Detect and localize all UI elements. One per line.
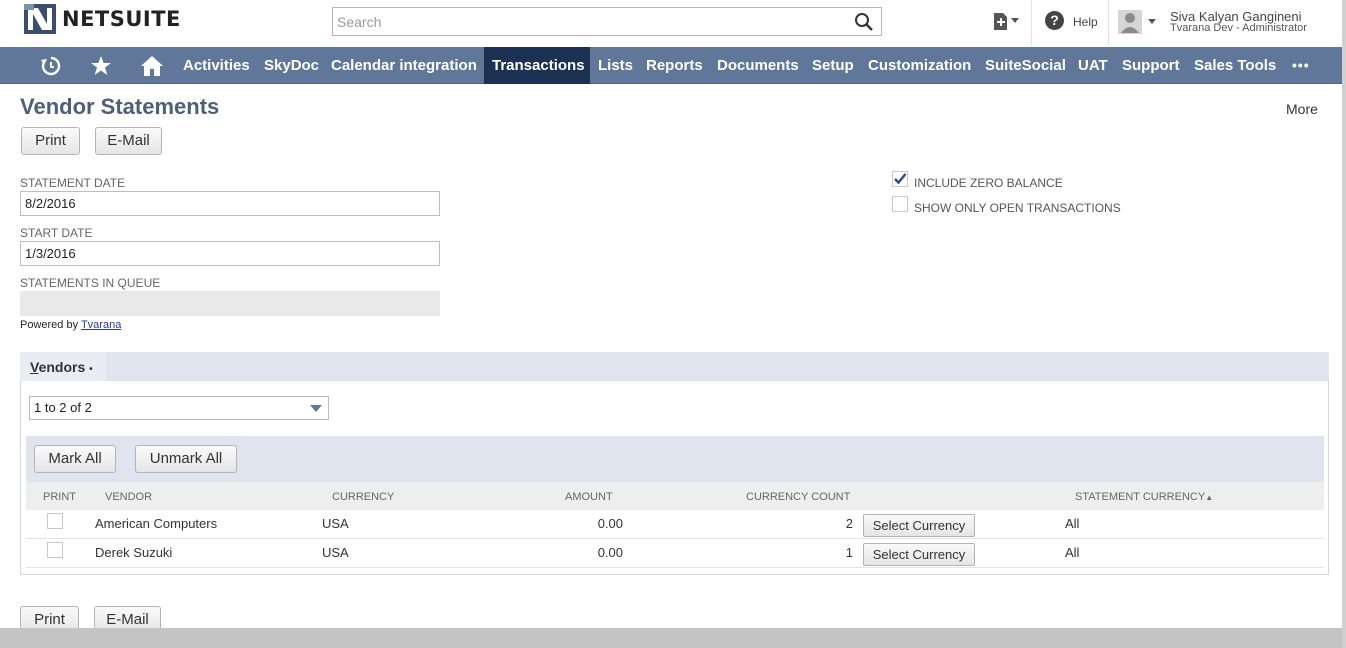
email-button[interactable]: E-Mail bbox=[95, 127, 162, 155]
star-icon[interactable] bbox=[90, 55, 112, 82]
select-currency-button[interactable]: Select Currency bbox=[863, 543, 975, 566]
start-date-label: START DATE bbox=[20, 226, 93, 240]
vendor-statement-currency: All bbox=[1065, 545, 1080, 560]
statement-date-field[interactable]: 8/2/2016 bbox=[20, 191, 440, 216]
nav-setup[interactable]: Setup bbox=[812, 47, 854, 84]
global-search bbox=[332, 7, 882, 36]
sort-ascending-icon: ▲ bbox=[1205, 493, 1214, 502]
nav-reports[interactable]: Reports bbox=[646, 47, 703, 84]
select-currency-button[interactable]: Select Currency bbox=[863, 514, 975, 537]
logo-text: NETSUITE bbox=[62, 7, 181, 31]
powered-by-prefix: Powered by bbox=[20, 319, 79, 331]
powered-by: Powered by Tvarana bbox=[20, 319, 121, 331]
nav-sales-tools[interactable]: Sales Tools bbox=[1194, 47, 1276, 84]
vendor-currency: USA bbox=[322, 545, 349, 560]
vendor-currency-count: 2 bbox=[845, 516, 853, 531]
checkmark-icon bbox=[894, 173, 907, 185]
start-date-field[interactable]: 1/3/2016 bbox=[20, 241, 440, 266]
vendor-currency: USA bbox=[322, 516, 349, 531]
unmark-all-button[interactable]: Unmark All bbox=[135, 445, 237, 473]
table-row bbox=[26, 539, 1324, 568]
include-zero-balance-checkbox[interactable] bbox=[892, 171, 908, 187]
create-new-icon[interactable] bbox=[991, 11, 1023, 38]
column-header-statement-currency[interactable]: STATEMENT CURRENCY▲ bbox=[1075, 491, 1213, 503]
show-only-open-label: SHOW ONLY OPEN TRANSACTIONS bbox=[914, 201, 1121, 215]
help-link[interactable]: Help bbox=[1073, 15, 1098, 29]
column-header-amount[interactable]: AMOUNT bbox=[565, 491, 613, 503]
page-title: Vendor Statements bbox=[20, 94, 220, 119]
show-only-open-checkbox[interactable] bbox=[892, 196, 908, 212]
tab-vendors-accesskey: V bbox=[30, 359, 39, 375]
subtab-strip bbox=[20, 352, 1329, 381]
nav-calendar-integration[interactable]: Calendar integration bbox=[331, 47, 477, 84]
vendor-amount: 0.00 bbox=[597, 516, 623, 531]
nav-uat[interactable]: UAT bbox=[1078, 47, 1108, 84]
help-icon[interactable]: ? bbox=[1045, 11, 1064, 30]
vendor-amount: 0.00 bbox=[597, 545, 623, 560]
column-header-vendor[interactable]: VENDOR bbox=[105, 491, 152, 503]
include-zero-balance-label: INCLUDE ZERO BALANCE bbox=[914, 176, 1063, 190]
search-input[interactable] bbox=[333, 8, 843, 35]
mark-all-button[interactable]: Mark All bbox=[34, 445, 116, 473]
print-button[interactable]: Print bbox=[21, 127, 80, 155]
page-scrollbar[interactable] bbox=[1342, 0, 1346, 648]
table-row bbox=[26, 510, 1324, 539]
nav-more-menu[interactable]: ••• bbox=[1292, 47, 1310, 84]
row-print-checkbox[interactable] bbox=[47, 542, 63, 558]
tab-vendors[interactable]: Vendors • bbox=[20, 352, 106, 381]
avatar[interactable] bbox=[1118, 9, 1160, 40]
nav-transactions[interactable]: Transactions bbox=[484, 47, 590, 84]
header-divider bbox=[1108, 0, 1109, 45]
nav-lists[interactable]: Lists bbox=[598, 47, 633, 84]
nav-customization[interactable]: Customization bbox=[868, 47, 971, 84]
netsuite-logo-icon bbox=[24, 4, 56, 34]
home-icon[interactable] bbox=[140, 55, 164, 82]
nav-skydoc[interactable]: SkyDoc bbox=[264, 47, 319, 84]
statements-in-queue-label: STATEMENTS IN QUEUE bbox=[20, 276, 161, 290]
user-role[interactable]: Tvarana Dev - Administrator bbox=[1170, 22, 1307, 34]
nav-documents[interactable]: Documents bbox=[717, 47, 799, 84]
statement-date-label: STATEMENT DATE bbox=[20, 176, 126, 190]
column-header-currency-count[interactable]: CURRENCY COUNT bbox=[746, 491, 850, 503]
vendor-name[interactable]: American Computers bbox=[95, 516, 217, 531]
nav-activities[interactable]: Activities bbox=[183, 47, 250, 84]
top-header: NETSUITE ? Help Siva Kalyan Gangineni Tv… bbox=[0, 0, 1346, 47]
nav-suitesocial[interactable]: SuiteSocial bbox=[985, 47, 1066, 84]
recent-icon[interactable] bbox=[40, 55, 62, 82]
main-nav: Activities SkyDoc Calendar integration T… bbox=[0, 47, 1346, 84]
column-header-print[interactable]: PRINT bbox=[43, 491, 76, 503]
more-menu[interactable]: More bbox=[1286, 101, 1318, 117]
tab-vendors-label: endors bbox=[38, 359, 86, 375]
footer-bar bbox=[0, 628, 1346, 648]
column-header-currency[interactable]: CURRENCY bbox=[332, 491, 394, 503]
netsuite-logo[interactable]: NETSUITE bbox=[24, 4, 181, 34]
search-icon[interactable] bbox=[854, 12, 874, 32]
statements-in-queue-field bbox=[20, 291, 440, 316]
row-print-checkbox[interactable] bbox=[47, 513, 63, 529]
tab-vendors-dot: • bbox=[89, 364, 93, 375]
vendor-name[interactable]: Derek Suzuki bbox=[95, 545, 172, 560]
header-divider bbox=[1031, 0, 1032, 45]
statement-currency-header-label: STATEMENT CURRENCY bbox=[1075, 491, 1206, 503]
tvarana-link[interactable]: Tvarana bbox=[81, 319, 121, 331]
page-select-value: 1 to 2 of 2 bbox=[34, 400, 92, 415]
page-select[interactable]: 1 to 2 of 2 bbox=[29, 396, 329, 420]
nav-support[interactable]: Support bbox=[1122, 47, 1180, 84]
vendor-statement-currency: All bbox=[1065, 516, 1080, 531]
chevron-down-icon bbox=[310, 405, 322, 412]
vendor-currency-count: 1 bbox=[845, 545, 853, 560]
